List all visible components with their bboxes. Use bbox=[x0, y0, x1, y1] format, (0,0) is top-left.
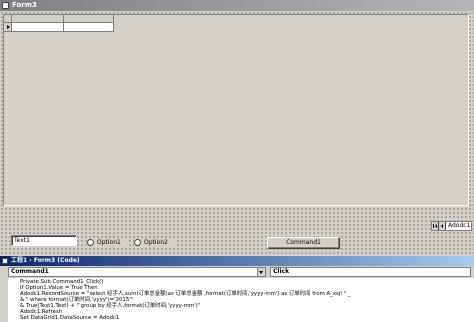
move-previous-button[interactable] bbox=[439, 222, 446, 230]
datagrid-header-row bbox=[4, 15, 114, 23]
code-window: 工程1 - Form3 (Code) Command1 Click Privat… bbox=[0, 256, 474, 322]
code-line: Set DataGrid1.DataSource = Adodc1 bbox=[20, 315, 120, 321]
datagrid-column-header[interactable] bbox=[12, 15, 64, 23]
form3-title: Form3 bbox=[12, 1, 37, 9]
arrow-left-icon bbox=[435, 224, 437, 228]
option2-label: Option2 bbox=[144, 239, 168, 246]
adodc1-control[interactable]: Adodc1 bbox=[431, 221, 472, 231]
arrow-left-icon bbox=[441, 224, 443, 228]
object-dropdown[interactable]: Command1 bbox=[8, 267, 266, 277]
first-bar-icon bbox=[433, 224, 434, 228]
object-dropdown-button[interactable] bbox=[257, 268, 265, 276]
datagrid-cell[interactable] bbox=[64, 23, 114, 32]
adodc-caption: Adodc1 bbox=[448, 222, 471, 229]
datagrid-row-selector[interactable] bbox=[4, 23, 12, 32]
option1-label: Option1 bbox=[97, 239, 121, 246]
chevron-down-icon bbox=[259, 271, 263, 274]
procedure-dropdown-value: Click bbox=[273, 268, 290, 275]
command1-button[interactable]: Command1 bbox=[267, 237, 340, 249]
move-first-button[interactable] bbox=[432, 222, 439, 230]
datagrid1[interactable] bbox=[3, 14, 469, 206]
text1-textbox[interactable]: Text1 bbox=[11, 235, 77, 246]
form3-title-bar[interactable]: Form3 bbox=[0, 0, 474, 11]
row-pointer-icon bbox=[7, 25, 10, 29]
object-dropdown-value: Command1 bbox=[11, 268, 49, 275]
code-window-icon bbox=[2, 258, 8, 264]
form-icon bbox=[2, 2, 9, 9]
code-window-title-bar[interactable]: 工程1 - Form3 (Code) bbox=[0, 256, 474, 266]
code-editor[interactable]: Private Sub Command1_Click() If Option1.… bbox=[8, 278, 474, 322]
option1-radio[interactable]: Option1 bbox=[87, 238, 127, 247]
datagrid-column-header[interactable] bbox=[64, 15, 114, 23]
radio-circle-icon bbox=[134, 239, 141, 246]
datagrid-cell[interactable] bbox=[12, 23, 64, 32]
code-window-title: 工程1 - Form3 (Code) bbox=[11, 257, 80, 264]
option2-radio[interactable]: Option2 bbox=[134, 238, 176, 247]
datagrid-corner bbox=[4, 15, 12, 23]
form3-window: Form3 Adodc1 Text1 Option1 Option2 Comma… bbox=[0, 0, 474, 256]
procedure-dropdown[interactable]: Click bbox=[270, 267, 471, 277]
radio-circle-icon bbox=[87, 239, 94, 246]
datagrid-row bbox=[4, 23, 114, 32]
